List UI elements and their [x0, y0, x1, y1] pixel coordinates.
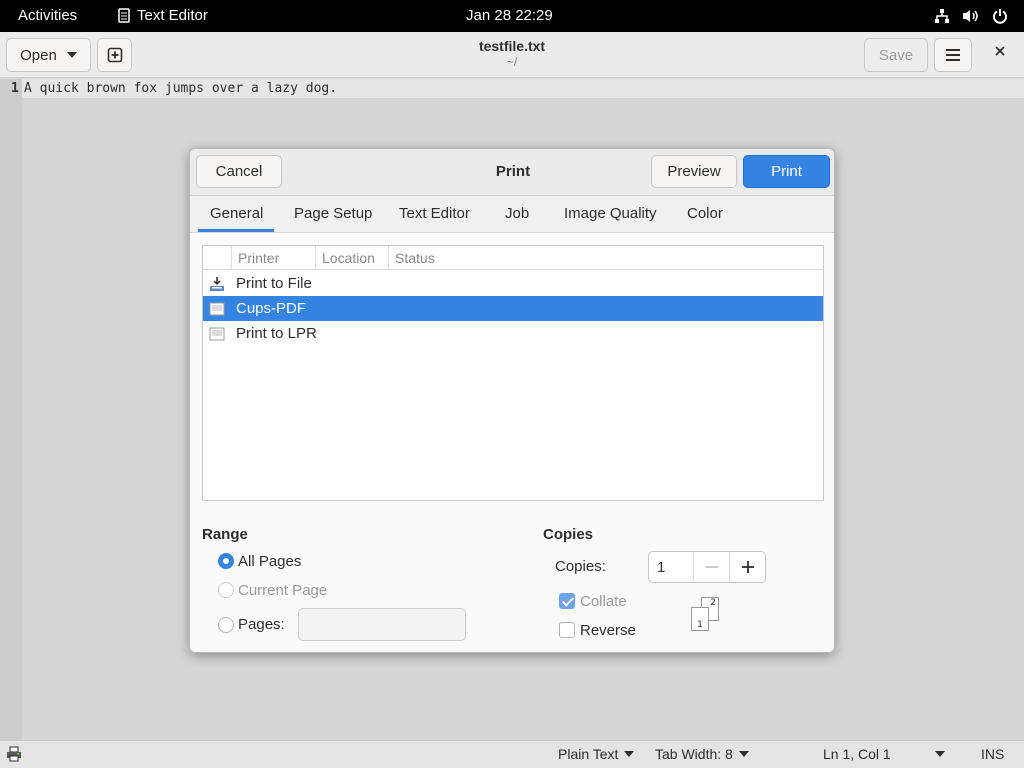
- cursor-position-label: Ln 1, Col 1: [823, 746, 891, 762]
- preview-button[interactable]: Preview: [651, 155, 737, 188]
- power-icon: [993, 9, 1007, 24]
- decrement-button: [693, 552, 729, 582]
- status-bar: Plain Text Tab Width: 8 Ln 1, Col 1 INS: [0, 740, 1024, 768]
- chevron-down-icon: [624, 751, 635, 757]
- printer-list[interactable]: Printer Location Status Print to File Cu…: [202, 245, 824, 501]
- print-button[interactable]: Print: [743, 155, 830, 188]
- document-title: testfile.txt: [478, 38, 546, 54]
- chevron-down-icon: [738, 751, 749, 757]
- range-title: Range: [202, 526, 248, 543]
- top-bar: Activities Text Editor Jan 28 22:29: [0, 0, 1024, 32]
- copies-title: Copies: [543, 526, 594, 543]
- current-page-radio: [218, 582, 234, 598]
- dialog-title: Print: [495, 163, 531, 180]
- dialog-header: Cancel Print Preview Print: [190, 149, 834, 196]
- app-menu[interactable]: Text Editor: [118, 7, 208, 24]
- clock[interactable]: Jan 28 22:29: [466, 7, 553, 24]
- printer-row-print-to-file[interactable]: Print to File: [203, 271, 823, 296]
- print-to-file-icon: [210, 277, 224, 291]
- column-location[interactable]: Location: [322, 246, 375, 270]
- increment-button[interactable]: [729, 552, 765, 582]
- tab-text-editor[interactable]: Text Editor: [399, 205, 470, 222]
- activities-button[interactable]: Activities: [18, 7, 77, 24]
- tab-image-quality[interactable]: Image Quality: [564, 205, 657, 222]
- text-editor-icon: [118, 8, 130, 23]
- minus-icon: [705, 566, 718, 568]
- copies-label: Copies:: [555, 558, 606, 575]
- copies-spin-button[interactable]: 1: [648, 551, 766, 583]
- column-printer[interactable]: Printer: [238, 246, 279, 270]
- column-separator: [388, 246, 389, 270]
- printer-list-header: [203, 246, 823, 270]
- printer-name: Print to LPR: [236, 325, 317, 342]
- language-selector[interactable]: Plain Text: [558, 746, 635, 762]
- dialog-tabs: General Page Setup Text Editor Job Image…: [190, 196, 834, 233]
- line-number-gutter: [0, 79, 22, 740]
- reverse-checkbox[interactable]: [559, 622, 575, 638]
- active-tab-indicator: [198, 229, 274, 232]
- tab-general[interactable]: General: [210, 205, 263, 222]
- tab-color[interactable]: Color: [687, 205, 723, 222]
- printer-name: Cups-PDF: [236, 300, 307, 317]
- column-separator: [315, 246, 316, 270]
- column-separator: [231, 246, 232, 270]
- tab-job[interactable]: Job: [505, 205, 529, 222]
- print-dialog: Cancel Print Preview Print General Page …: [189, 148, 835, 653]
- reverse-label[interactable]: Reverse: [580, 622, 636, 639]
- chevron-down-icon: [934, 751, 945, 757]
- tab-width-label: Tab Width: 8: [655, 746, 733, 762]
- printer-status-icon: [6, 746, 22, 762]
- tab-page-setup[interactable]: Page Setup: [294, 205, 372, 222]
- printer-row-cups-pdf[interactable]: Cups-PDF: [203, 296, 823, 321]
- insert-mode-indicator[interactable]: INS: [981, 746, 1004, 762]
- editor-line-text[interactable]: A quick brown fox jumps over a lazy dog.: [24, 81, 337, 96]
- system-tray[interactable]: [934, 8, 1008, 24]
- printer-row-print-to-lpr[interactable]: Print to LPR: [203, 321, 823, 346]
- insert-mode-label: INS: [981, 746, 1005, 762]
- collate-preview-icon: 2 1: [691, 597, 723, 633]
- tab-width-selector[interactable]: Tab Width: 8: [655, 746, 749, 762]
- pages-radio[interactable]: [218, 617, 234, 633]
- pages-label[interactable]: Pages:: [238, 616, 285, 633]
- column-status[interactable]: Status: [395, 246, 435, 270]
- collate-sheet-1: 1: [691, 607, 709, 631]
- cursor-position-selector[interactable]: Ln 1, Col 1: [823, 746, 945, 762]
- volume-icon: [963, 10, 978, 22]
- document-path: ~/: [506, 55, 518, 69]
- all-pages-label[interactable]: All Pages: [238, 553, 301, 570]
- collate-checkbox[interactable]: [559, 593, 575, 609]
- copies-value[interactable]: 1: [657, 559, 665, 576]
- printer-icon: [209, 327, 225, 341]
- network-icon: [935, 9, 949, 23]
- language-label: Plain Text: [558, 746, 619, 762]
- current-page-label: Current Page: [238, 582, 328, 599]
- window-title: testfile.txt ~/: [0, 38, 1024, 69]
- line-number: 1: [11, 81, 19, 96]
- plus-icon: [741, 561, 754, 573]
- printer-name: Print to File: [236, 275, 312, 292]
- app-name: Text Editor: [137, 7, 208, 24]
- collate-label[interactable]: Collate: [580, 593, 627, 610]
- all-pages-radio[interactable]: [218, 553, 234, 569]
- pages-range-input[interactable]: [298, 608, 466, 641]
- printer-icon: [209, 302, 225, 316]
